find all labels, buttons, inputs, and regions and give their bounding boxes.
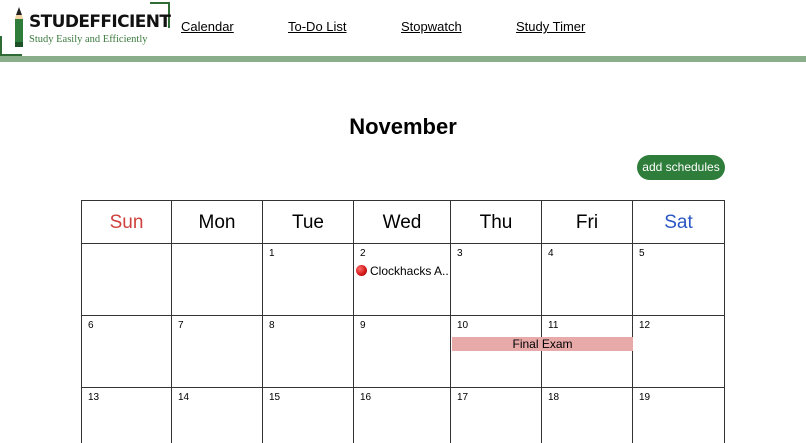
calendar-day-cell[interactable]: 15 (263, 388, 354, 443)
date-number: 3 (457, 248, 463, 259)
calendar-day-cell[interactable]: 17 (451, 388, 542, 443)
calendar-day-cell[interactable] (172, 244, 263, 316)
day-header-sun: Sun (81, 200, 172, 244)
date-number: 6 (88, 320, 94, 331)
day-header-fri: Fri (542, 200, 633, 244)
day-header-thu: Thu (451, 200, 542, 244)
calendar-day-cell[interactable] (81, 244, 172, 316)
nav-study-timer[interactable]: Study Timer (516, 19, 585, 34)
calendar-day-cell[interactable]: 5 (633, 244, 725, 316)
calendar-day-cell[interactable]: 11 (542, 316, 633, 388)
calendar-day-cell[interactable]: 18 (542, 388, 633, 443)
add-schedules-button[interactable]: add schedules (637, 155, 725, 180)
date-number: 17 (457, 392, 469, 403)
event-final-exam[interactable]: Final Exam (452, 337, 633, 351)
calendar-day-cell[interactable]: 3 (451, 244, 542, 316)
calendar-day-cell[interactable]: 4 (542, 244, 633, 316)
date-number: 10 (457, 320, 469, 331)
calendar-day-cell[interactable]: 12 (633, 316, 725, 388)
calendar-day-cell[interactable]: 10 (451, 316, 542, 388)
date-number: 16 (360, 392, 372, 403)
header-divider (0, 56, 806, 62)
date-number: 8 (269, 320, 275, 331)
date-number: 7 (178, 320, 184, 331)
logo-frame (0, 36, 2, 56)
calendar-day-cell[interactable]: 13 (81, 388, 172, 443)
calendar-day-cell[interactable]: 7 (172, 316, 263, 388)
nav-stopwatch[interactable]: Stopwatch (401, 19, 462, 34)
calendar-day-cell[interactable]: 1 (263, 244, 354, 316)
month-title: November (349, 114, 457, 139)
calendar-day-cell[interactable]: 19 (633, 388, 725, 443)
day-header-tue: Tue (263, 200, 354, 244)
nav-calendar[interactable]: Calendar (181, 19, 234, 34)
calendar-day-cell[interactable]: 6 (81, 316, 172, 388)
calendar-day-cell[interactable]: 14 (172, 388, 263, 443)
app-header: STUDEFFICIENT Study Easily and Efficient… (0, 0, 806, 62)
date-number: 13 (88, 392, 100, 403)
date-number: 19 (639, 392, 651, 403)
date-number: 2 (360, 248, 366, 259)
day-header-wed: Wed (354, 200, 451, 244)
day-header-mon: Mon (172, 200, 263, 244)
date-number: 12 (639, 320, 651, 331)
date-number: 5 (639, 248, 645, 259)
calendar-day-cell[interactable]: 9 (354, 316, 451, 388)
calendar-day-cell[interactable]: 16 (354, 388, 451, 443)
pencil-icon (15, 7, 23, 47)
date-number: 18 (548, 392, 560, 403)
calendar-day-cell[interactable]: 8 (263, 316, 354, 388)
date-number: 1 (269, 248, 275, 259)
date-number: 15 (269, 392, 281, 403)
date-number: 14 (178, 392, 190, 403)
calendar-grid: Sun Mon Tue Wed Thu Fri Sat 1 2 Clockhac… (81, 200, 725, 443)
brand-tagline: Study Easily and Efficiently (29, 34, 148, 45)
brand-name: STUDEFFICIENT (29, 12, 171, 32)
logo[interactable]: STUDEFFICIENT Study Easily and Efficient… (0, 0, 172, 58)
calendar-day-cell[interactable]: 2 Clockhacks A.. (354, 244, 451, 316)
nav-todo-list[interactable]: To-Do List (288, 19, 347, 34)
day-header-sat: Sat (633, 200, 725, 244)
event-clockhacks[interactable]: Clockhacks A.. (370, 264, 449, 278)
red-dot-icon (356, 265, 367, 276)
date-number: 9 (360, 320, 366, 331)
date-number: 11 (548, 320, 559, 331)
logo-frame (150, 2, 170, 4)
date-number: 4 (548, 248, 554, 259)
